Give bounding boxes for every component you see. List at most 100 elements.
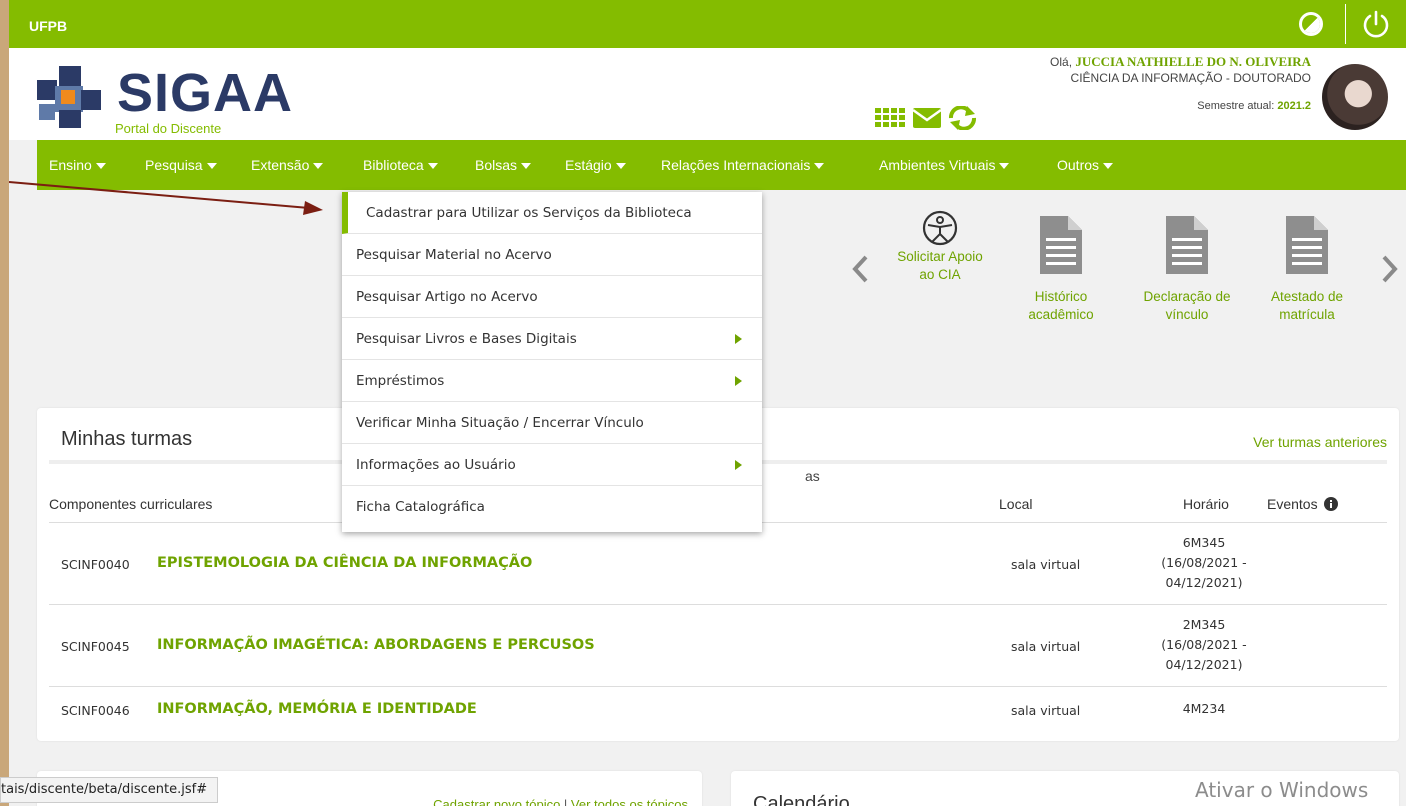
power-icon[interactable] [1360, 8, 1392, 40]
nav-relacoes-internacionais[interactable]: Relações Internacionais [661, 140, 825, 190]
info-icon[interactable] [1324, 497, 1339, 511]
chevron-left-icon[interactable] [850, 254, 870, 284]
nav-label: Relações Internacionais [661, 157, 811, 173]
menu-item-label: Verificar Minha Situação / Encerrar Vínc… [356, 415, 644, 431]
course-schedule: 4M234 [1149, 699, 1259, 719]
caret-down-icon [313, 163, 324, 170]
nav-bolsas[interactable]: Bolsas [475, 140, 532, 190]
header-local: Local [999, 496, 1033, 512]
all-topics-link[interactable]: Ver todos os tópicos [571, 797, 688, 806]
course-schedule: 2M345 (16/08/2021 - 04/12/2021) [1149, 615, 1259, 675]
header-eventos: Eventos [1267, 496, 1339, 512]
tile-label-line-2: matrícula [1279, 307, 1335, 322]
semester-value: 2021.2 [1277, 100, 1311, 112]
course-code: SCINF0046 [61, 703, 130, 718]
menu-item-pesquisar-material[interactable]: Pesquisar Material no Acervo [342, 234, 762, 276]
apps-grid-icon[interactable] [875, 108, 905, 127]
menu-item-informacoes-usuario[interactable]: Informações ao Usuário [342, 444, 762, 486]
table-row: SCINF0046 INFORMAÇÃO, MEMÓRIA E IDENTIDA… [49, 687, 1387, 731]
course-code: SCINF0045 [61, 639, 130, 654]
tile-label-line-1: Declaração de [1143, 289, 1231, 304]
windows-activation-watermark: Ativar o Windows [1195, 778, 1369, 802]
logo-title[interactable]: SIGAA [117, 66, 293, 120]
document-icon [1166, 216, 1208, 274]
table-row: SCINF0045 INFORMAÇÃO IMAGÉTICA: ABORDAGE… [49, 605, 1387, 687]
user-program: CIÊNCIA DA INFORMAÇÃO - DOUTORADO [1070, 71, 1311, 85]
menu-item-livros-bases-digitais[interactable]: Pesquisar Livros e Bases Digitais [342, 318, 762, 360]
nav-label: Estágio [565, 157, 612, 173]
course-code: SCINF0040 [61, 557, 130, 572]
schedule-start: (16/08/2021 - [1161, 637, 1247, 652]
nav-label: Ambientes Virtuais [879, 157, 996, 173]
calendar-title: Calendário [753, 793, 850, 806]
greeting-prefix: Olá, [1050, 55, 1076, 69]
tile-label-line-2: acadêmico [1028, 307, 1094, 322]
contrast-toggle-icon[interactable] [1299, 12, 1323, 36]
course-location: sala virtual [1011, 557, 1081, 572]
nav-label: Bolsas [475, 157, 518, 173]
schedule-code: 6M345 [1182, 535, 1226, 550]
menu-item-emprestimos[interactable]: Empréstimos [342, 360, 762, 402]
university-brand[interactable]: UFPB [29, 18, 67, 34]
previous-classes-link[interactable]: Ver turmas anteriores [1253, 434, 1387, 450]
tile-label-line-1: Solicitar Apoio [897, 249, 983, 264]
table-row: SCINF0040 EPISTEMOLOGIA DA CIÊNCIA DA IN… [49, 523, 1387, 605]
schedule-start: (16/08/2021 - [1161, 555, 1247, 570]
avatar[interactable] [1322, 64, 1388, 130]
semester-label: Semestre atual: [1197, 100, 1278, 112]
link-separator: | [560, 797, 571, 806]
header: SIGAA Portal do Discente Olá, JUCCIA NAT… [9, 48, 1406, 140]
nav-label: Outros [1057, 157, 1100, 173]
quick-tile-historico[interactable]: Histórico acadêmico [1001, 214, 1121, 364]
accessibility-icon [922, 210, 958, 246]
sigaa-logo-icon[interactable] [33, 64, 105, 130]
tile-label-line-1: Histórico [1034, 289, 1088, 304]
course-location: sala virtual [1011, 639, 1081, 654]
user-greeting: Olá, JUCCIA NATHIELLE DO N. OLIVEIRA CIÊ… [1050, 54, 1311, 114]
caret-down-icon [521, 163, 532, 170]
schedule-code: 4M234 [1182, 701, 1226, 716]
quick-tile-atestado-matricula[interactable]: Atestado de matrícula [1247, 214, 1367, 364]
menu-item-label: Empréstimos [356, 373, 445, 389]
library-dropdown-menu: Cadastrar para Utilizar os Serviços da B… [342, 192, 762, 532]
caret-down-icon [615, 163, 626, 170]
course-name-link[interactable]: INFORMAÇÃO IMAGÉTICA: ABORDAGENS E PERCU… [157, 637, 595, 653]
logo-subtitle: Portal do Discente [115, 121, 222, 136]
quick-tile-declaracao-vinculo[interactable]: Declaração de vínculo [1127, 214, 1247, 364]
caret-down-icon [814, 163, 825, 170]
menu-item-pesquisar-artigo[interactable]: Pesquisar Artigo no Acervo [342, 276, 762, 318]
annotation-arrow-icon [9, 181, 323, 215]
topbar-divider [1345, 4, 1346, 44]
course-schedule: 6M345 (16/08/2021 - 04/12/2021) [1149, 533, 1259, 593]
header-eventos-label: Eventos [1267, 496, 1318, 512]
course-name-link[interactable]: INFORMAÇÃO, MEMÓRIA E IDENTIDADE [157, 701, 477, 717]
menu-item-label: Pesquisar Material no Acervo [356, 247, 552, 263]
caret-down-icon [95, 163, 106, 170]
menu-item-label: Ficha Catalográfica [356, 499, 485, 515]
nav-outros[interactable]: Outros [1057, 140, 1114, 190]
user-name[interactable]: JUCCIA NATHIELLE DO N. OLIVEIRA [1075, 54, 1311, 69]
menu-item-ficha-catalografica[interactable]: Ficha Catalográfica [342, 486, 762, 528]
nav-ambientes-virtuais[interactable]: Ambientes Virtuais [879, 140, 1010, 190]
new-topic-link[interactable]: Cadastrar novo tópico [433, 797, 560, 806]
menu-item-label: Pesquisar Artigo no Acervo [356, 289, 538, 305]
course-name-link[interactable]: EPISTEMOLOGIA DA CIÊNCIA DA INFORMAÇÃO [157, 555, 532, 571]
nav-biblioteca[interactable]: Biblioteca [363, 140, 438, 190]
header-shortcuts [875, 106, 976, 130]
nav-estagio[interactable]: Estágio [565, 140, 626, 190]
quick-access-carousel: Solicitar Apoio ao CIA Histórico acadêmi… [844, 210, 1406, 360]
caret-down-icon [206, 163, 217, 170]
refresh-icon[interactable] [949, 106, 976, 130]
menu-item-label: Cadastrar para Utilizar os Serviços da B… [366, 205, 692, 221]
header-horario: Horário [1183, 496, 1229, 512]
schedule-code: 2M345 [1182, 617, 1226, 632]
menu-item-verificar-situacao[interactable]: Verificar Minha Situação / Encerrar Vínc… [342, 402, 762, 444]
submenu-arrow-icon [735, 376, 742, 386]
quick-tile-apoio-cia[interactable]: Solicitar Apoio ao CIA [880, 210, 1000, 360]
mail-icon[interactable] [912, 108, 942, 128]
browser-status-url: tais/discente/beta/discente.jsf# [0, 777, 219, 803]
header-componentes: Componentes curriculares [49, 496, 213, 512]
chevron-right-icon[interactable] [1380, 254, 1400, 284]
caret-down-icon [427, 163, 438, 170]
menu-item-cadastrar-biblioteca[interactable]: Cadastrar para Utilizar os Serviços da B… [342, 192, 762, 234]
